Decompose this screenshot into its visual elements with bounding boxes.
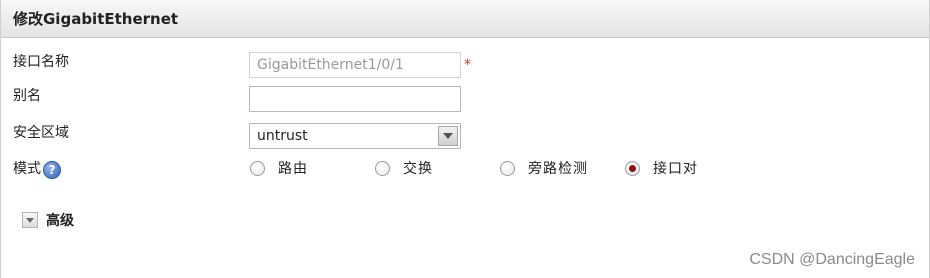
required-marker: * (464, 57, 471, 73)
radio-label: 接口对 (653, 161, 698, 177)
radio-button[interactable] (250, 160, 265, 176)
alias-input[interactable] (249, 86, 461, 112)
alias-label: 别名 (13, 88, 41, 104)
mode-option-switch[interactable]: 交换 (375, 158, 433, 178)
mode-label: 模式 (13, 160, 41, 177)
interface-name-row: 接口名称 GigabitEthernet1/0/1 * (1, 52, 929, 82)
watermark: CSDN @DancingEagle (749, 251, 915, 268)
expand-toggle-icon[interactable] (22, 212, 38, 228)
advanced-label: 高级 (46, 213, 74, 229)
security-zone-value: untrust (257, 128, 308, 144)
mode-option-route[interactable]: 路由 (250, 158, 308, 178)
radio-button[interactable] (375, 160, 390, 176)
radio-label: 路由 (278, 161, 308, 177)
radio-label: 旁路检测 (528, 161, 588, 177)
interface-name-field: GigabitEthernet1/0/1 (249, 52, 461, 78)
radio-label: 交换 (403, 161, 433, 177)
security-zone-row: 安全区域 untrust (1, 123, 929, 153)
mode-label-group: 模式 ? (13, 158, 61, 179)
alias-row: 别名 (1, 86, 929, 116)
radio-button[interactable] (500, 160, 515, 176)
mode-row: 模式 ? 路由 交换 旁路检测 接口对 (1, 158, 929, 188)
dialog-titlebar: 修改GigabitEthernet (1, 0, 929, 38)
radio-button-checked[interactable] (625, 160, 640, 176)
dialog-title: 修改GigabitEthernet (13, 10, 179, 28)
edit-interface-dialog: 修改GigabitEthernet 接口名称 GigabitEthernet1/… (0, 0, 930, 278)
mode-option-interface-pair[interactable]: 接口对 (625, 158, 698, 178)
interface-name-label: 接口名称 (13, 54, 69, 70)
chevron-down-icon[interactable] (438, 126, 458, 146)
mode-option-bypass-detect[interactable]: 旁路检测 (500, 158, 588, 178)
advanced-section-toggle[interactable]: 高级 (22, 210, 74, 230)
help-icon[interactable]: ? (43, 161, 61, 179)
security-zone-select[interactable]: untrust (249, 123, 461, 149)
security-zone-label: 安全区域 (13, 125, 69, 141)
